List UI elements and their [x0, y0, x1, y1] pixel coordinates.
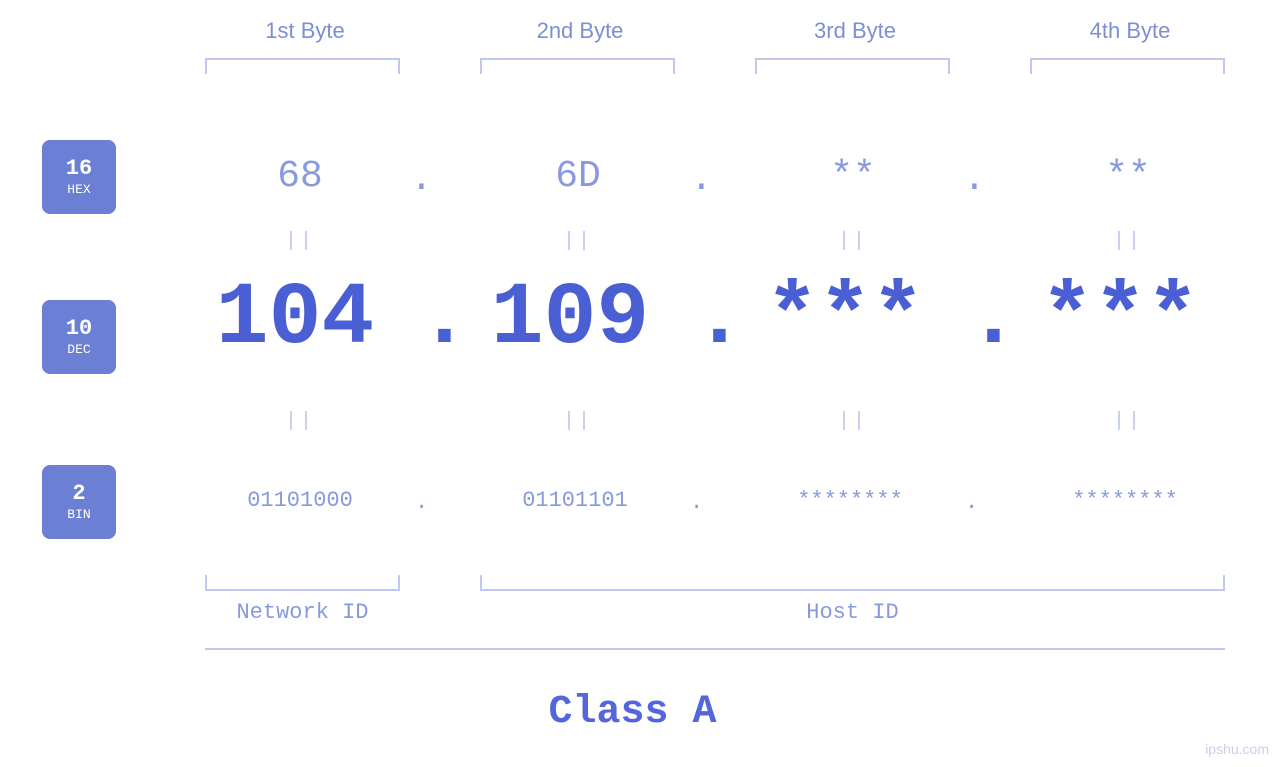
badge-hex-label: HEX	[67, 182, 90, 198]
bin-dot-1: .	[415, 490, 428, 515]
dec-dot-3: .	[967, 270, 1020, 369]
eq-hex-4: ||	[1038, 230, 1218, 253]
dec-byte-1: 104	[185, 270, 405, 369]
badge-hex-num: 16	[66, 156, 92, 182]
hex-dot-1: .	[410, 158, 433, 201]
badge-dec-num: 10	[66, 316, 92, 342]
eq-dec-3: ||	[763, 410, 943, 433]
bracket-all	[205, 648, 1225, 650]
host-id-label: Host ID	[480, 600, 1225, 625]
main-layout: 1st Byte 2nd Byte 3rd Byte 4th Byte 16 H…	[0, 0, 1285, 767]
dec-byte-4: ***	[1010, 270, 1230, 369]
bin-dot-2: .	[690, 490, 703, 515]
top-bracket-3	[755, 58, 950, 74]
dec-byte-2: 109	[460, 270, 680, 369]
badge-dec: 10 DEC	[42, 300, 116, 374]
watermark: ipshu.com	[1205, 741, 1269, 757]
badge-dec-label: DEC	[67, 342, 90, 358]
bracket-network-id	[205, 575, 400, 591]
eq-dec-4: ||	[1038, 410, 1218, 433]
badge-hex: 16 HEX	[42, 140, 116, 214]
byte-header-3: 3rd Byte	[755, 18, 955, 44]
hex-byte-3: **	[763, 155, 943, 198]
eq-hex-2: ||	[488, 230, 668, 253]
hex-byte-4: **	[1038, 155, 1218, 198]
hex-byte-1: 68	[210, 155, 390, 198]
byte-header-2: 2nd Byte	[480, 18, 680, 44]
badge-bin-label: BIN	[67, 507, 90, 523]
eq-hex-1: ||	[210, 230, 390, 253]
bin-byte-3: ********	[750, 488, 950, 513]
dec-dot-1: .	[418, 270, 471, 369]
class-label: Class A	[0, 690, 1265, 735]
hex-byte-2: 6D	[488, 155, 668, 198]
bin-byte-1: 01101000	[200, 488, 400, 513]
eq-hex-3: ||	[763, 230, 943, 253]
byte-header-1: 1st Byte	[205, 18, 405, 44]
eq-dec-2: ||	[488, 410, 668, 433]
dec-byte-3: ***	[735, 270, 955, 369]
badge-bin: 2 BIN	[42, 465, 116, 539]
bin-byte-4: ********	[1025, 488, 1225, 513]
badge-bin-num: 2	[72, 481, 85, 507]
bin-byte-2: 01101101	[475, 488, 675, 513]
dec-dot-2: .	[693, 270, 746, 369]
network-id-label: Network ID	[205, 600, 400, 625]
bin-dot-3: .	[965, 490, 978, 515]
top-bracket-1	[205, 58, 400, 74]
top-bracket-2	[480, 58, 675, 74]
bracket-host-id	[480, 575, 1225, 591]
byte-header-4: 4th Byte	[1030, 18, 1230, 44]
top-bracket-4	[1030, 58, 1225, 74]
hex-dot-3: .	[963, 158, 986, 201]
eq-dec-1: ||	[210, 410, 390, 433]
hex-dot-2: .	[690, 158, 713, 201]
